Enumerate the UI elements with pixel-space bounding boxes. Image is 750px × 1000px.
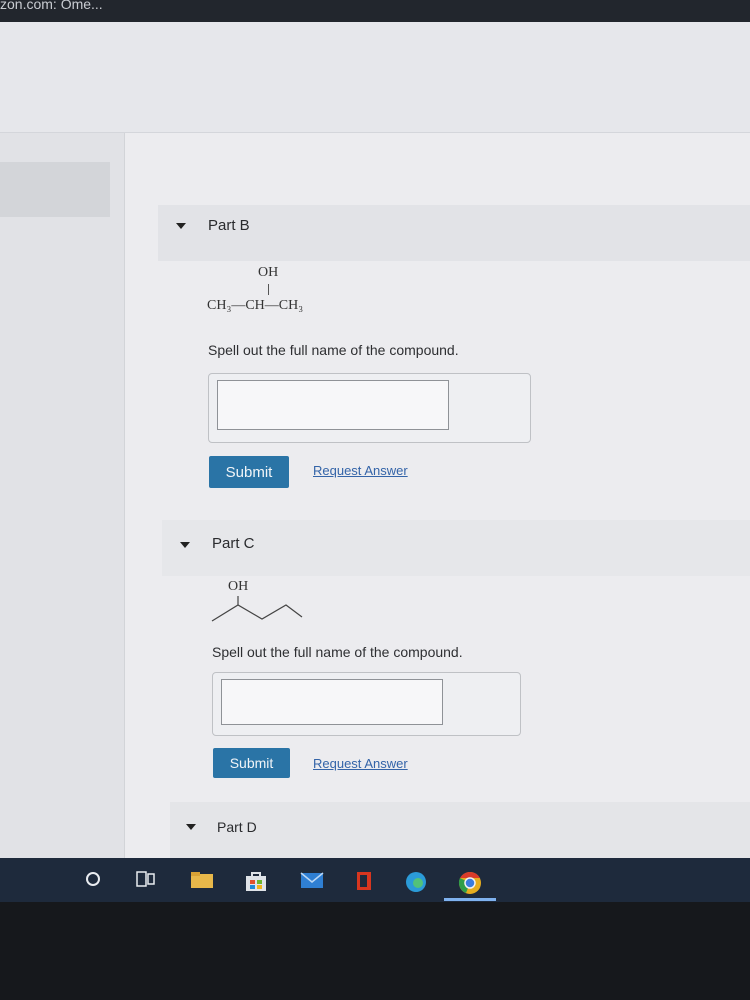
screen: zon.com: Ome... Part B OH CH₃—CH—CH₃ Spe… xyxy=(0,0,750,858)
left-panel xyxy=(0,133,124,858)
part-c-prompt: Spell out the full name of the compound. xyxy=(212,644,463,660)
part-b-request-answer-link[interactable]: Request Answer xyxy=(313,463,408,478)
left-panel-box xyxy=(0,162,110,217)
part-d-header[interactable]: Part D xyxy=(170,802,750,858)
part-b-prompt: Spell out the full name of the compound. xyxy=(208,342,459,358)
collapse-caret-icon[interactable] xyxy=(186,824,196,830)
part-c-header[interactable]: Part C xyxy=(162,520,750,576)
part-c-answer-area xyxy=(212,672,521,736)
part-c-request-answer-link[interactable]: Request Answer xyxy=(313,756,408,771)
part-b-bond-line xyxy=(268,284,269,295)
part-b-formula: CH₃—CH—CH₃ xyxy=(207,298,304,313)
mail-icon[interactable] xyxy=(300,870,324,890)
file-explorer-icon[interactable] xyxy=(190,870,214,890)
windows-taskbar xyxy=(0,858,750,902)
browser-tab-strip[interactable]: zon.com: Ome... xyxy=(0,0,750,22)
part-c-title: Part C xyxy=(212,535,255,552)
part-b-header[interactable]: Part B xyxy=(158,205,750,261)
task-view-icon[interactable] xyxy=(136,870,156,888)
part-b-title: Part B xyxy=(208,217,250,234)
part-c-oh-label: OH xyxy=(228,579,249,594)
edge-icon[interactable] xyxy=(404,870,428,894)
part-b-answer-input[interactable] xyxy=(217,380,449,430)
part-c-submit-button[interactable]: Submit xyxy=(213,748,290,778)
page-header-area xyxy=(0,22,750,133)
part-b-submit-button[interactable]: Submit xyxy=(209,456,289,488)
collapse-caret-icon[interactable] xyxy=(176,223,186,229)
part-b-oh-label: OH xyxy=(258,265,279,280)
part-c-answer-input[interactable] xyxy=(221,679,443,725)
office-icon[interactable] xyxy=(354,870,374,892)
browser-tab-title[interactable]: zon.com: Ome... xyxy=(0,0,103,11)
chrome-icon[interactable] xyxy=(457,870,483,896)
cortana-icon[interactable] xyxy=(84,870,102,888)
part-b-answer-area xyxy=(208,373,531,443)
store-icon[interactable] xyxy=(244,870,268,892)
laptop-bezel xyxy=(0,902,750,1000)
chrome-active-indicator xyxy=(444,898,496,901)
collapse-caret-icon[interactable] xyxy=(180,542,190,548)
part-d-title: Part D xyxy=(217,819,257,835)
part-c-skeletal-structure xyxy=(211,596,303,622)
